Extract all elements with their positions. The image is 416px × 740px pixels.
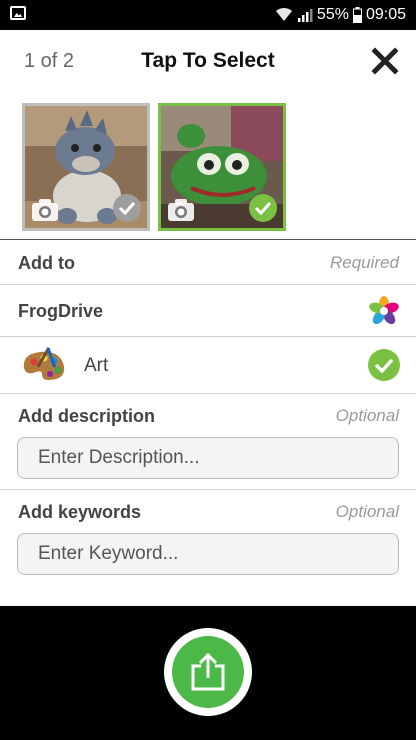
gallery-icon [10, 6, 26, 20]
battery-icon [352, 7, 362, 23]
art-palette-icon [23, 346, 65, 380]
signal-icon [297, 7, 313, 23]
thumbnail-dinosaur[interactable] [22, 103, 150, 231]
upload-share-icon [191, 652, 225, 691]
keywords-optional-hint: Optional [335, 502, 399, 521]
share-button-inner [172, 636, 244, 708]
camera-icon [168, 199, 194, 221]
unselected-check-icon [113, 194, 141, 222]
folder-name: Art [84, 355, 109, 376]
wifi-icon [275, 7, 293, 23]
description-label: Add description [18, 406, 156, 426]
page-title: Tap To Select [141, 49, 275, 72]
thumbnail-strip [0, 94, 416, 240]
thumbnail-frog[interactable] [158, 103, 286, 231]
description-optional-hint: Optional [335, 406, 399, 425]
close-icon [371, 47, 399, 75]
folder-row[interactable]: Art [0, 337, 416, 393]
frogdrive-logo-icon [369, 296, 399, 325]
folder-selected-check-icon [368, 349, 400, 381]
status-bar: 55% 09:05 [0, 0, 416, 30]
footer-bar [0, 606, 416, 740]
description-section: Add description Optional [0, 394, 416, 489]
camera-icon [32, 199, 58, 221]
close-button[interactable] [368, 44, 402, 78]
selected-check-icon [249, 194, 277, 222]
share-button[interactable] [164, 628, 252, 716]
clock: 09:05 [365, 6, 406, 23]
status-icons: 55% 09:05 [275, 5, 406, 25]
add-to-label: Add to [18, 253, 75, 273]
battery-percent: 55% [316, 6, 349, 23]
drive-name: FrogDrive [18, 301, 104, 321]
drive-row[interactable]: FrogDrive [0, 285, 416, 336]
required-hint: Required [330, 253, 399, 272]
keywords-label: Add keywords [18, 502, 142, 522]
keywords-input[interactable] [17, 533, 399, 575]
description-input[interactable] [17, 437, 399, 479]
add-to-row: Add to Required [0, 240, 416, 284]
header: 1 of 2 Tap To Select [0, 30, 416, 94]
keywords-section: Add keywords Optional [0, 490, 416, 590]
